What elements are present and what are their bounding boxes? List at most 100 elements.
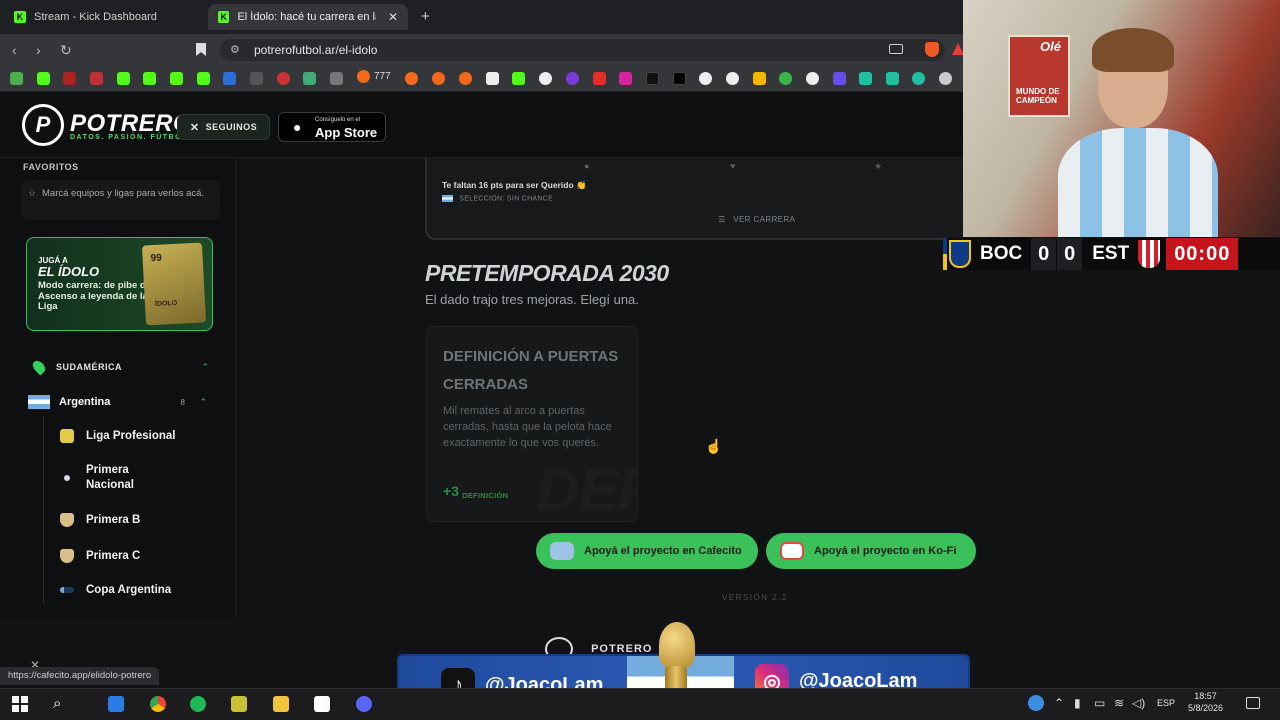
close-tab-icon[interactable]: ✕: [388, 10, 398, 24]
card-name: ÍDOLO: [154, 299, 178, 309]
kick-icon[interactable]: [37, 72, 50, 85]
bookmark-icon[interactable]: [699, 72, 712, 85]
bookmark-icon[interactable]: [432, 72, 445, 85]
url-input[interactable]: ⚙ potrerofutbol.ar/el-idolo: [220, 39, 945, 61]
bookmark-icon[interactable]: [303, 72, 316, 85]
bookmark-icon[interactable]: [886, 72, 899, 85]
bookmark-777[interactable]: 777: [357, 70, 391, 83]
donate-cafecito-button[interactable]: Apoyá el proyecto en Cafecito: [536, 533, 758, 569]
favorites-hint: Marcá equipos y ligas para verlos acá.: [42, 188, 205, 199]
search-icon[interactable]: ⌕: [53, 695, 61, 712]
bookmark-icon[interactable]: [779, 72, 792, 85]
donate-kofi-button[interactable]: Apoyá el proyecto en Ko-Fi: [766, 533, 976, 569]
kick-icon[interactable]: [143, 72, 156, 85]
sidebar-item-sudamerica[interactable]: SUDAMÉRICA ⌃: [30, 358, 215, 376]
bookmark-icon[interactable]: [405, 72, 418, 85]
hand-icon: ●: [584, 161, 590, 171]
upgrade-option-card[interactable]: DEF DEFINICIÓN A PUERTAS CERRADAS Mil re…: [426, 326, 638, 522]
bookmark-icon[interactable]: [833, 72, 846, 85]
view-career-link[interactable]: ☰ VER CARRERA: [718, 215, 795, 224]
sidebar-item-argentina[interactable]: Argentina 8 ⌃: [28, 393, 213, 411]
hand-cursor-icon: ☝: [705, 438, 723, 454]
battery-icon[interactable]: ▭: [1094, 696, 1105, 710]
primera-nacional-icon: [64, 475, 70, 481]
back-icon[interactable]: ‹: [12, 42, 17, 58]
site-info-icon[interactable]: ⚙: [230, 43, 240, 56]
kick-icon[interactable]: [170, 72, 183, 85]
spotify-icon[interactable]: [190, 696, 206, 712]
appstore-small-label: Consíguelo en el: [315, 117, 361, 123]
bookmark-icon[interactable]: [90, 72, 103, 85]
cast-icon[interactable]: [889, 44, 903, 54]
wifi-icon[interactable]: ≋: [1114, 696, 1124, 710]
instagram-icon[interactable]: [619, 72, 632, 85]
location-pin-icon: [30, 358, 48, 376]
bookmark-icon[interactable]: [277, 72, 290, 85]
sidebar-item-primera-nacional[interactable]: Primera Nacional: [60, 463, 220, 493]
bookmark-icon[interactable]: [566, 72, 579, 85]
bookmark-icon[interactable]: [486, 72, 499, 85]
x-icon[interactable]: [673, 72, 686, 85]
chevron-up-icon[interactable]: ⌃: [199, 397, 207, 408]
bookmark-icon[interactable]: [806, 72, 819, 85]
streamer-hair: [1092, 28, 1174, 72]
chevron-up-icon[interactable]: ⌃: [1054, 696, 1064, 710]
primera-c-icon: [60, 549, 74, 563]
bookmark-icon[interactable]: [753, 72, 766, 85]
bookmark-icon[interactable]: [726, 72, 739, 85]
heart-icon: ♥: [730, 161, 736, 171]
bookmark-icon[interactable]: [330, 72, 343, 85]
volume-icon[interactable]: ◁): [1132, 696, 1145, 710]
sidebar-item-liga-profesional[interactable]: Liga Profesional: [60, 429, 220, 443]
chrome-icon[interactable]: [150, 696, 166, 712]
bookmark-icon[interactable]: [859, 72, 872, 85]
kick-icon[interactable]: [117, 72, 130, 85]
bookmark-icon[interactable]: [459, 72, 472, 85]
sidebar-item-primera-c[interactable]: Primera C: [60, 549, 220, 563]
forward-icon[interactable]: ›: [36, 42, 41, 58]
help-icon[interactable]: [1028, 695, 1044, 711]
microphone-icon[interactable]: ▮: [1074, 696, 1081, 710]
apple-icon: ●: [293, 119, 302, 135]
drive-icon[interactable]: [10, 72, 23, 85]
settings-icon[interactable]: [939, 72, 952, 85]
star-icon: ★: [874, 161, 883, 171]
youtube-icon[interactable]: [593, 72, 606, 85]
league-label: Liga Profesional: [86, 430, 176, 442]
taskbar-clock[interactable]: 18:57 5/8/2026: [1188, 690, 1223, 714]
input-language[interactable]: ESP: [1157, 698, 1175, 708]
tab-label: Stream - Kick Dashboard: [34, 11, 157, 23]
outlook-icon[interactable]: [108, 696, 124, 712]
follow-on-x-button[interactable]: ✕ SEGUINOS: [177, 114, 270, 140]
capcut-icon[interactable]: [314, 696, 330, 712]
windows-start-icon[interactable]: [12, 696, 28, 712]
bookmark-icon[interactable]: [63, 72, 76, 85]
brave-icon[interactable]: [925, 42, 939, 57]
potrero-logo-icon[interactable]: P: [22, 104, 64, 146]
chevron-up-icon[interactable]: ⌃: [201, 362, 209, 373]
tab-el-idolo[interactable]: K El Ídolo: hacé tu carrera en la Lig ✕: [208, 4, 408, 30]
sidebar-item-primera-b[interactable]: Primera B: [60, 513, 220, 527]
kick-icon[interactable]: [197, 72, 210, 85]
tiktok-icon[interactable]: [646, 72, 659, 85]
notifications-icon[interactable]: [1246, 697, 1260, 709]
new-tab-icon[interactable]: +: [421, 8, 430, 25]
tab-kick-dashboard[interactable]: K Stream - Kick Dashboard: [4, 4, 204, 30]
el-idolo-promo-card[interactable]: JUGÁ A EL ÍDOLO Modo carrera: de pibe de…: [26, 237, 213, 331]
reload-icon[interactable]: ↻: [60, 42, 72, 59]
copa-argentina-icon: [60, 587, 74, 593]
bookmark-icon[interactable]: [223, 72, 236, 85]
discord-icon[interactable]: [356, 696, 372, 712]
sidebar-item-copa-argentina[interactable]: Copa Argentina: [60, 584, 220, 596]
bookmark-icon[interactable]: [250, 72, 263, 85]
list-icon: ☰: [718, 215, 726, 224]
league-label: Primera C: [86, 550, 141, 562]
kofi-icon: [780, 542, 804, 560]
scoreboard-overlay: BOC 0 0 EST 00:00: [943, 238, 1280, 270]
file-explorer-icon[interactable]: [273, 696, 289, 712]
bookmark-icon[interactable]: [912, 72, 925, 85]
app-store-button[interactable]: ● Consíguelo en el App Store: [278, 112, 386, 142]
app-icon[interactable]: [231, 696, 247, 712]
bookmark-icon[interactable]: [539, 72, 552, 85]
bookmark-icon[interactable]: [512, 72, 525, 85]
